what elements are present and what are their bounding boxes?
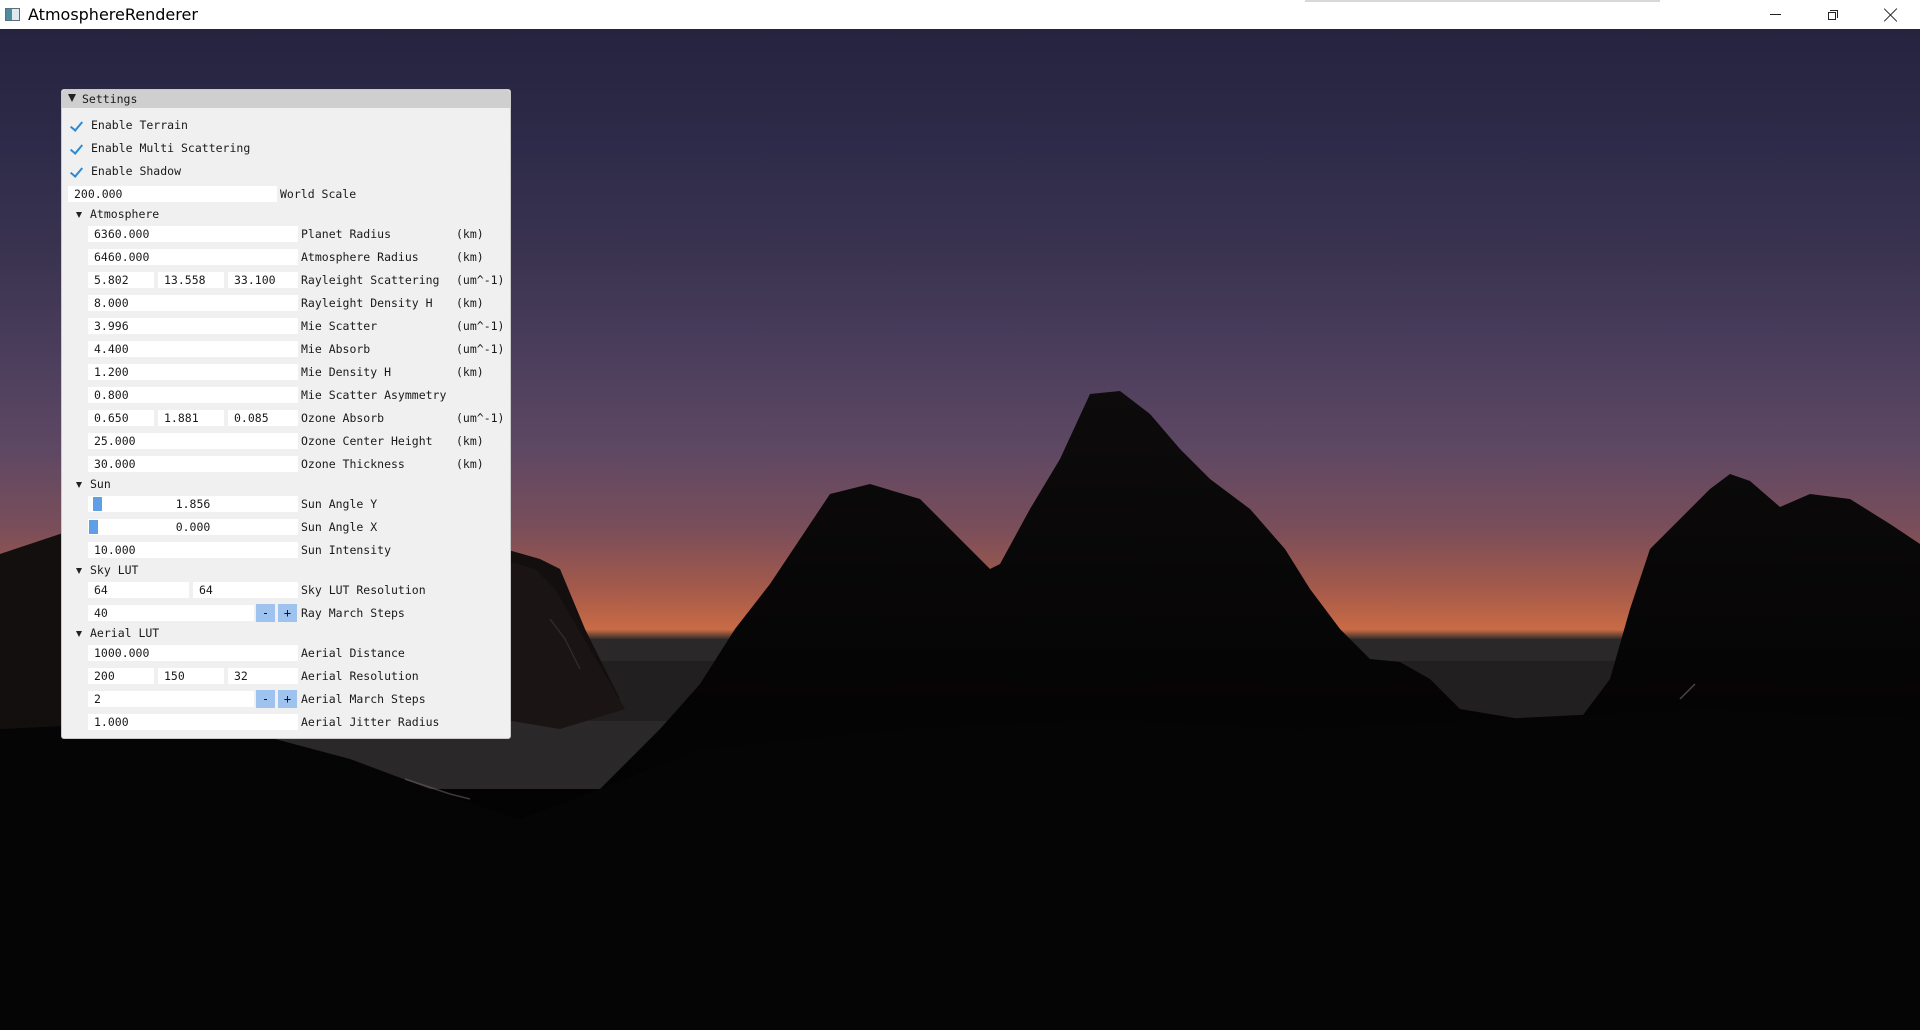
atmosphere-section-title[interactable]: Atmosphere: [90, 206, 159, 222]
sun-intensity-input[interactable]: 10.000: [88, 542, 298, 558]
atmosphere-collapse-icon[interactable]: [76, 212, 82, 218]
aerial-distance-input[interactable]: 1000.000: [88, 645, 298, 661]
ray-march-steps-decrement-button[interactable]: -: [256, 604, 275, 622]
mie-scatter-unit: (um^-1): [456, 319, 505, 333]
mie-density-h-unit: (km): [456, 365, 484, 379]
restore-button[interactable]: [1804, 0, 1862, 29]
ozone-absorb-b-input[interactable]: 0.085: [228, 410, 298, 426]
settings-title: Settings: [82, 92, 138, 106]
ozone-center-height-label: Ozone Center Height: [301, 434, 433, 448]
mie-absorb-input[interactable]: 4.400: [88, 341, 298, 357]
ozone-thickness-input[interactable]: 30.000: [88, 456, 298, 472]
rayleight-scattering-b-input[interactable]: 33.100: [228, 272, 298, 288]
world-scale-label: World Scale: [280, 187, 357, 201]
rayleight-density-h-unit: (km): [456, 296, 484, 310]
minimize-icon: [1769, 14, 1781, 15]
aerial-lut-section-title[interactable]: Aerial LUT: [90, 625, 159, 641]
window-title: AtmosphereRenderer: [28, 5, 198, 24]
sky-lut-collapse-icon[interactable]: [76, 568, 82, 574]
mie-scatter-asymmetry-input[interactable]: 0.800: [88, 387, 298, 403]
aerial-resolution-y-input[interactable]: 150: [158, 668, 224, 684]
aerial-resolution-x-input[interactable]: 200: [88, 668, 154, 684]
mie-scatter-label: Mie Scatter: [301, 319, 378, 333]
ray-march-steps-increment-button[interactable]: +: [278, 604, 297, 622]
sky-lut-resolution-label: Sky LUT Resolution: [301, 583, 426, 597]
sky-lut-resolution-h-input[interactable]: 64: [193, 582, 298, 598]
mie-density-h-input[interactable]: 1.200: [88, 364, 298, 380]
aerial-jitter-radius-input[interactable]: 1.000: [88, 714, 298, 730]
window-titlebar[interactable]: AtmosphereRenderer: [0, 0, 1920, 29]
ozone-absorb-label: Ozone Absorb: [301, 411, 385, 425]
rayleight-scattering-r-input[interactable]: 5.802: [88, 272, 154, 288]
mie-absorb-label: Mie Absorb: [301, 342, 371, 356]
ozone-thickness-unit: (km): [456, 457, 484, 471]
app-window-icon: [5, 8, 20, 21]
ozone-center-height-unit: (km): [456, 434, 484, 448]
enable-terrain-label: Enable Terrain: [91, 118, 188, 132]
atmosphere-radius-unit: (km): [456, 250, 484, 264]
settings-header[interactable]: Settings: [62, 90, 510, 108]
aerial-march-steps-increment-button[interactable]: +: [278, 690, 297, 708]
mie-absorb-unit: (um^-1): [456, 342, 505, 356]
settings-panel[interactable]: Settings Enable Terrain Enable Multi Sca…: [61, 89, 511, 739]
sun-angle-y-slider[interactable]: 1.856: [88, 496, 298, 512]
mie-scatter-asymmetry-label: Mie Scatter Asymmetry: [301, 388, 447, 402]
sky-lut-resolution-w-input[interactable]: 64: [88, 582, 189, 598]
sun-angle-y-value: 1.856: [175, 497, 211, 511]
aerial-march-steps-input[interactable]: 2: [88, 691, 254, 707]
rayleight-density-h-input[interactable]: 8.000: [88, 295, 298, 311]
enable-shadow-label: Enable Shadow: [91, 164, 182, 178]
sun-angle-x-value: 0.000: [175, 520, 211, 534]
sun-angle-x-slider-grab[interactable]: [89, 520, 98, 534]
planet-radius-label: Planet Radius: [301, 227, 392, 241]
ozone-absorb-g-input[interactable]: 1.881: [158, 410, 224, 426]
atmosphere-radius-label: Atmosphere Radius: [301, 250, 419, 264]
sun-angle-x-label: Sun Angle X: [301, 520, 378, 534]
ray-march-steps-label: Ray March Steps: [301, 606, 405, 620]
world-scale-input[interactable]: 200.000: [68, 186, 277, 202]
aerial-march-steps-decrement-button[interactable]: -: [256, 690, 275, 708]
ozone-absorb-r-input[interactable]: 0.650: [88, 410, 154, 426]
sun-collapse-icon[interactable]: [76, 482, 82, 488]
ozone-thickness-label: Ozone Thickness: [301, 457, 405, 471]
collapse-triangle-icon: [68, 94, 76, 102]
sun-angle-y-slider-grab[interactable]: [93, 497, 102, 511]
titlebar-artifact: [1305, 0, 1660, 2]
enable-multi-scattering-checkbox[interactable]: [70, 143, 84, 155]
minimize-button[interactable]: [1746, 0, 1804, 29]
ozone-absorb-unit: (um^-1): [456, 411, 505, 425]
ozone-center-height-input[interactable]: 25.000: [88, 433, 298, 449]
aerial-distance-label: Aerial Distance: [301, 646, 405, 660]
close-button[interactable]: [1862, 0, 1920, 29]
aerial-resolution-label: Aerial Resolution: [301, 669, 419, 683]
sun-section-title[interactable]: Sun: [90, 476, 111, 492]
enable-terrain-checkbox[interactable]: [70, 120, 84, 132]
rayleight-scattering-label: Rayleight Scattering: [301, 273, 440, 287]
atmosphere-radius-input[interactable]: 6460.000: [88, 249, 298, 265]
rayleight-scattering-unit: (um^-1): [456, 273, 505, 287]
close-icon: [1884, 8, 1898, 22]
enable-multi-scattering-label: Enable Multi Scattering: [91, 141, 251, 155]
sun-angle-y-label: Sun Angle Y: [301, 497, 378, 511]
ray-march-steps-input[interactable]: 40: [88, 605, 254, 621]
planet-radius-input[interactable]: 6360.000: [88, 226, 298, 242]
enable-shadow-checkbox[interactable]: [70, 166, 84, 178]
mie-scatter-input[interactable]: 3.996: [88, 318, 298, 334]
rayleight-scattering-g-input[interactable]: 13.558: [158, 272, 224, 288]
aerial-lut-collapse-icon[interactable]: [76, 631, 82, 637]
aerial-resolution-z-input[interactable]: 32: [228, 668, 298, 684]
rayleight-density-h-label: Rayleight Density H: [301, 296, 433, 310]
planet-radius-unit: (km): [456, 227, 484, 241]
restore-icon: [1828, 9, 1838, 20]
window-controls: [1746, 0, 1920, 29]
sky-lut-section-title[interactable]: Sky LUT: [90, 562, 138, 578]
aerial-jitter-radius-label: Aerial Jitter Radius: [301, 715, 440, 729]
sun-intensity-label: Sun Intensity: [301, 543, 392, 557]
mie-density-h-label: Mie Density H: [301, 365, 392, 379]
aerial-march-steps-label: Aerial March Steps: [301, 692, 426, 706]
sun-angle-x-slider[interactable]: 0.000: [88, 519, 298, 535]
